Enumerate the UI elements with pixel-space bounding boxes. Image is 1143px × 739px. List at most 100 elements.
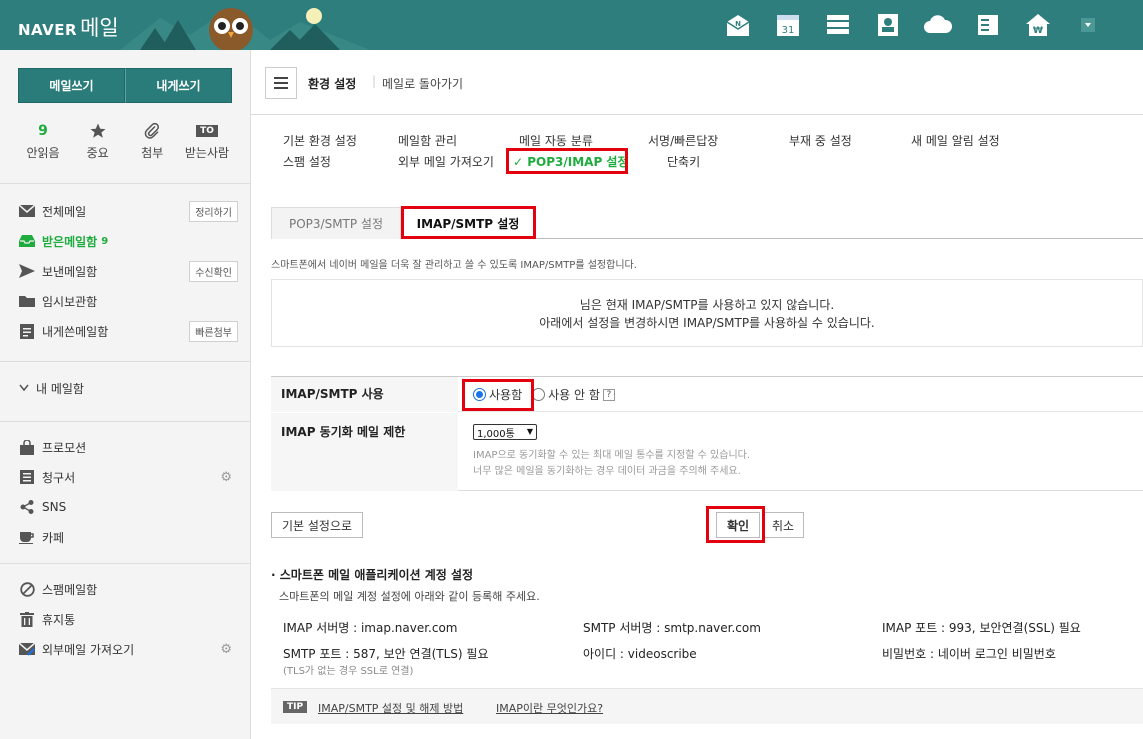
- gear-icon[interactable]: ⚙: [220, 642, 232, 657]
- tip-badge: TIP: [283, 701, 308, 713]
- password-info: 비밀번호 : 네이버 로그인 비밀번호: [882, 647, 1056, 661]
- category-promotion[interactable]: 프로모션: [18, 436, 240, 458]
- nav-basic-settings[interactable]: 기본 환경 설정: [283, 132, 357, 149]
- category-bill[interactable]: 청구서 ⚙: [18, 466, 240, 488]
- cloud-icon[interactable]: [913, 8, 963, 42]
- nav-auto-sort[interactable]: 메일 자동 분류: [519, 132, 593, 149]
- write-to-self-button[interactable]: 내게쓰기: [125, 68, 232, 103]
- divider: [0, 183, 250, 184]
- sidebar: 메일쓰기 내게쓰기 9 안읽음 중요 첨부 TO 받는사람 전체메일 정리하기 …: [0, 50, 251, 739]
- highlight-box: [706, 506, 765, 543]
- svg-text:31: 31: [782, 25, 795, 36]
- divider: [0, 361, 250, 362]
- imap-port-info: IMAP 포트 : 993, 보안연결(SSL) 필요: [882, 621, 1081, 635]
- quick-attach-button[interactable]: 빠른첨부: [189, 320, 238, 342]
- mail-import-icon: [18, 640, 36, 658]
- quick-recipient[interactable]: TO 받는사람: [182, 120, 232, 161]
- settings-topbar: 환경 설정 | 메일로 돌아가기: [251, 50, 1143, 115]
- sync-limit-help: IMAP으로 동기화할 수 있는 최대 메일 통수를 지정할 수 있습니다. 너…: [473, 450, 751, 477]
- star-icon: [90, 123, 106, 138]
- nav-away-settings[interactable]: 부재 중 설정: [789, 132, 852, 149]
- mailbox-spam[interactable]: 스팸메일함: [18, 578, 240, 600]
- bill-list-icon: [18, 468, 36, 486]
- tab-pop3-smtp[interactable]: POP3/SMTP 설정: [271, 207, 401, 239]
- imap-setup-guide-link[interactable]: IMAP/SMTP 설정 및 해제 방법: [318, 700, 463, 716]
- nav-mailbox-management[interactable]: 메일함 관리: [398, 132, 457, 149]
- inbox-tray-icon: [18, 232, 36, 250]
- logo-product: 메일: [80, 16, 119, 40]
- unread-count: 9: [38, 123, 48, 139]
- sync-limit-select[interactable]: 1,000통 ▼: [473, 424, 537, 440]
- write-buttons: 메일쓰기 내게쓰기: [18, 68, 232, 103]
- service-icons: N 31 ₩: [713, 8, 1113, 42]
- envelope-icon: [18, 202, 36, 220]
- contacts-icon[interactable]: [863, 8, 913, 42]
- owl-mascot-icon: [209, 8, 253, 50]
- memo-icon[interactable]: [963, 8, 1013, 42]
- title-separator: |: [372, 74, 377, 88]
- to-badge-icon: TO: [196, 125, 218, 137]
- use-imap-label: IMAP/SMTP 사용: [271, 377, 458, 412]
- what-is-imap-link[interactable]: IMAP이란 무엇인가요?: [496, 700, 603, 716]
- use-off-label[interactable]: 사용 안 함: [548, 386, 600, 403]
- my-mailbox-toggle[interactable]: 내 메일함: [18, 377, 240, 399]
- back-to-mail-link[interactable]: 메일로 돌아가기: [382, 75, 463, 92]
- logo-brand: NAVER: [18, 21, 78, 39]
- category-cafe[interactable]: 카페: [18, 526, 240, 548]
- inbox-unread-count: 9: [101, 235, 109, 247]
- menu-hamburger-icon[interactable]: [265, 67, 297, 99]
- quick-unread[interactable]: 9 안읽음: [18, 120, 68, 161]
- page-title: 환경 설정: [308, 77, 357, 91]
- more-dropdown-icon[interactable]: [1063, 8, 1113, 42]
- smtp-port-info: SMTP 포트 : 587, 보안 연결(TLS) 필요: [283, 647, 489, 661]
- nav-signature-reply[interactable]: 서명/빠른답장: [648, 132, 718, 149]
- category-sns[interactable]: SNS: [18, 496, 240, 518]
- mailbox-all[interactable]: 전체메일 정리하기: [18, 200, 240, 222]
- divider: [0, 421, 250, 422]
- cancel-button[interactable]: 취소: [762, 512, 804, 538]
- trash-icon: [18, 610, 36, 628]
- top-header: NAVER 메일 N 31 ₩: [0, 0, 1143, 50]
- organize-button[interactable]: 정리하기: [189, 200, 238, 222]
- use-off-radio[interactable]: [532, 388, 546, 401]
- mail-envelope-icon[interactable]: N: [713, 8, 763, 42]
- header-illustration: [120, 8, 370, 50]
- external-mail-import[interactable]: 외부메일 가져오기 ⚙: [18, 638, 240, 660]
- mailbox-trash[interactable]: 휴지통: [18, 608, 240, 630]
- divider: [0, 563, 250, 564]
- quick-important[interactable]: 중요: [73, 120, 123, 161]
- highlight-box: [401, 206, 536, 239]
- mailbox-sent[interactable]: 보낸메일함 수신확인: [18, 260, 240, 282]
- nav-shortcuts[interactable]: 단축키: [667, 153, 700, 170]
- help-icon[interactable]: ?: [602, 388, 615, 401]
- nav-external-import[interactable]: 외부 메일 가져오기: [398, 153, 494, 170]
- mailbox-inbox[interactable]: 받은메일함 9: [18, 230, 240, 252]
- paperclip-icon: [145, 122, 160, 139]
- nav-spam-settings[interactable]: 스팸 설정: [283, 153, 331, 170]
- tip-bar: TIP IMAP/SMTP 설정 및 해제 방법 IMAP이란 무엇인가요?: [271, 688, 1143, 724]
- mailbox-self[interactable]: 내게쓴메일함 빠른첨부: [18, 320, 240, 342]
- folder-icon: [18, 292, 36, 310]
- imap-description: 스마트폰에서 네이버 메일을 더욱 잘 관리하고 쓸 수 있도록 IMAP/SM…: [271, 260, 637, 271]
- read-receipt-button[interactable]: 수신확인: [189, 260, 238, 282]
- write-mail-button[interactable]: 메일쓰기: [18, 68, 125, 103]
- nav-new-mail-alert[interactable]: 새 메일 알림 설정: [911, 132, 1000, 149]
- chevron-down-icon: ▼: [526, 427, 533, 436]
- imap-settings-form: IMAP/SMTP 사용 사용함 사용 안 함 ? IMAP 동기화 메일 제한…: [271, 376, 1143, 491]
- imap-server-info: IMAP 서버명 : imap.naver.com: [283, 621, 458, 635]
- calendar-icon[interactable]: 31: [763, 8, 813, 42]
- quick-attachment[interactable]: 첨부: [127, 120, 177, 161]
- household-account-icon[interactable]: ₩: [1013, 8, 1063, 42]
- gear-icon[interactable]: ⚙: [220, 470, 232, 485]
- coffee-cup-icon: [18, 528, 36, 546]
- reset-default-button[interactable]: 기본 설정으로: [271, 512, 363, 538]
- paper-plane-icon: [18, 262, 36, 280]
- highlight-box: [462, 379, 534, 411]
- mailbox-drafts[interactable]: 임시보관함: [18, 290, 240, 312]
- list-icon[interactable]: [813, 8, 863, 42]
- smtp-port-note: (TLS가 없는 경우 SSL로 연결): [283, 666, 414, 677]
- naver-mail-logo[interactable]: NAVER 메일: [18, 12, 119, 42]
- highlight-box: [506, 148, 628, 174]
- ban-icon: [18, 580, 36, 598]
- note-icon: [18, 322, 36, 340]
